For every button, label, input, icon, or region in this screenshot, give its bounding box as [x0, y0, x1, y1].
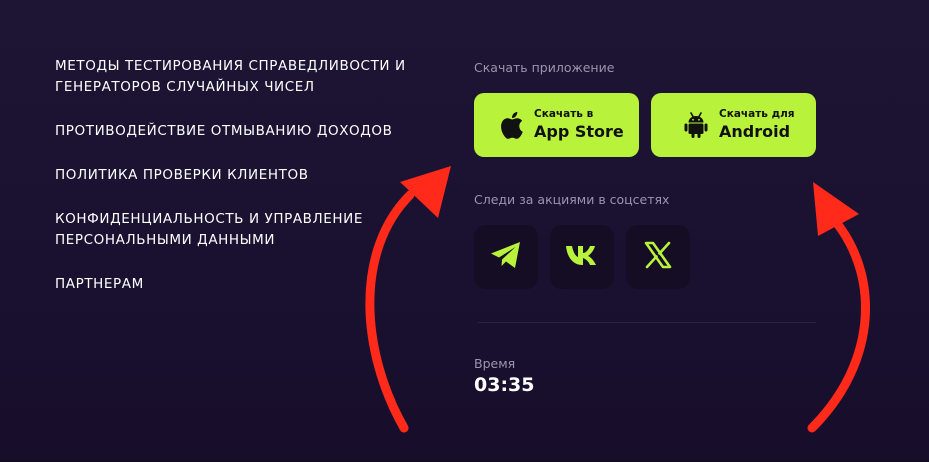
app-store-big-text: App Store	[534, 121, 624, 141]
app-store-button[interactable]: Скачать в App Store	[474, 93, 639, 157]
download-app-label: Скачать приложение	[474, 60, 615, 75]
footer-nav: Методы тестирования справедливости и ген…	[55, 56, 415, 318]
social-label: Следи за акциями в соцсетях	[474, 192, 670, 207]
apple-icon	[496, 110, 526, 140]
app-store-small-text: Скачать в	[534, 107, 594, 120]
time-label: Время	[474, 356, 516, 371]
divider	[478, 322, 816, 323]
nav-link-line: Конфиденциальность и управление	[55, 211, 364, 227]
telegram-button[interactable]	[474, 225, 538, 289]
nav-link-partners[interactable]: Партнерам	[55, 274, 415, 295]
android-small-text: Скачать для	[719, 107, 795, 120]
nav-link-fairness-testing[interactable]: Методы тестирования справедливости и ген…	[55, 56, 415, 98]
nav-link-aml[interactable]: Противодействие отмыванию доходов	[55, 121, 415, 142]
nav-link-line: Политика проверки клиентов	[55, 167, 309, 183]
nav-link-line: генераторов случайных чисел	[55, 79, 315, 95]
android-button[interactable]: Скачать для Android	[651, 93, 816, 157]
android-icon	[681, 110, 711, 140]
vk-button[interactable]	[550, 225, 614, 289]
nav-link-line: Методы тестирования справедливости и	[55, 58, 406, 74]
x-button[interactable]	[626, 225, 690, 289]
nav-link-line: персональными данными	[55, 232, 276, 248]
nav-link-line: Партнерам	[55, 276, 144, 292]
x-icon	[643, 240, 673, 274]
nav-link-privacy[interactable]: Конфиденциальность и управление персонал…	[55, 209, 415, 251]
time-value: 03:35	[474, 374, 535, 396]
android-big-text: Android	[719, 121, 791, 141]
vk-icon	[564, 243, 600, 271]
nav-link-line: Противодействие отмыванию доходов	[55, 123, 393, 139]
telegram-icon	[489, 240, 523, 274]
nav-link-kyc[interactable]: Политика проверки клиентов	[55, 165, 415, 186]
